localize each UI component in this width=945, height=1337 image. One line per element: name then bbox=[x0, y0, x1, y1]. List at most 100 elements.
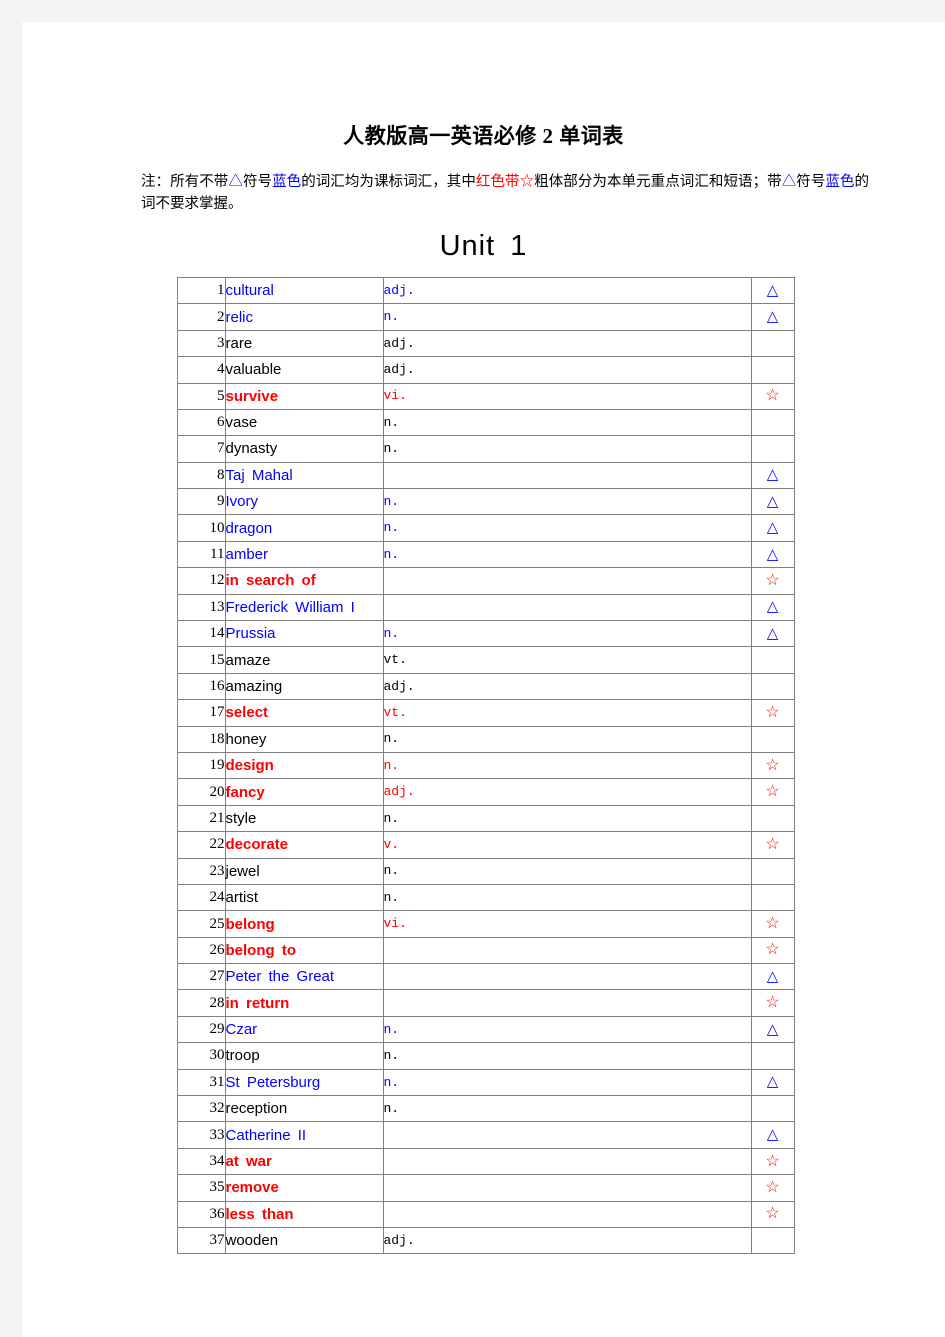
row-number: 6 bbox=[176, 408, 226, 437]
marker-cell bbox=[750, 435, 795, 463]
marker-cell: △ bbox=[750, 303, 795, 331]
table-row: 7 dynasty n. bbox=[176, 435, 795, 463]
star-icon: ☆ bbox=[765, 387, 780, 405]
part-of-speech bbox=[382, 1147, 752, 1176]
table-row: 35 remove ☆ bbox=[176, 1174, 795, 1202]
word-entry: Prussia bbox=[224, 620, 384, 648]
marker-cell: ☆ bbox=[750, 751, 795, 780]
marker-cell: ☆ bbox=[750, 1200, 795, 1229]
word-entry: Frederick William I bbox=[224, 593, 384, 622]
word-entry: vase bbox=[224, 408, 384, 437]
word-entry: Catherine II bbox=[224, 1121, 384, 1149]
note-paragraph: 注：所有不带△符号蓝色的词汇均为课标词汇，其中红色带☆粗体部分为本单元重点词汇和… bbox=[22, 150, 945, 216]
triangle-icon: △ bbox=[766, 1126, 779, 1144]
part-of-speech: n. bbox=[382, 725, 752, 753]
part-of-speech-text: n. bbox=[383, 1100, 400, 1116]
word-entry: belong to bbox=[224, 936, 384, 965]
word-text: cultural bbox=[225, 282, 274, 300]
marker-cell: △ bbox=[750, 461, 795, 490]
table-row: 37 wooden adj. bbox=[176, 1226, 795, 1255]
row-number: 35 bbox=[176, 1174, 226, 1202]
word-text: artist bbox=[225, 889, 259, 907]
table-row: 21 style n. bbox=[176, 804, 795, 833]
word-text: amaze bbox=[225, 651, 271, 669]
part-of-speech: n. bbox=[382, 804, 752, 833]
part-of-speech-text: n. bbox=[383, 1074, 400, 1090]
part-of-speech-text: n. bbox=[383, 810, 400, 826]
marker-cell: ☆ bbox=[750, 1147, 795, 1176]
marker-cell: ☆ bbox=[750, 989, 795, 1017]
word-entry: select bbox=[224, 699, 384, 727]
word-entry: reception bbox=[224, 1095, 384, 1123]
word-entry: in search of bbox=[224, 567, 384, 595]
part-of-speech-text: n. bbox=[383, 493, 400, 509]
table-row: 34 at war ☆ bbox=[176, 1147, 795, 1176]
triangle-icon: △ bbox=[766, 492, 779, 510]
marker-cell: △ bbox=[750, 1068, 795, 1097]
row-number: 37 bbox=[176, 1226, 226, 1255]
table-row: 19 design n. ☆ bbox=[176, 751, 795, 780]
word-text: style bbox=[225, 809, 257, 827]
row-number: 4 bbox=[176, 356, 226, 384]
word-entry: decorate bbox=[224, 831, 384, 859]
word-text: Catherine II bbox=[225, 1126, 307, 1144]
part-of-speech-text: n. bbox=[383, 731, 400, 747]
word-text: Frederick William I bbox=[225, 598, 355, 616]
row-number: 28 bbox=[176, 989, 226, 1017]
part-of-speech-text: n. bbox=[383, 520, 400, 536]
row-number: 16 bbox=[176, 672, 226, 701]
word-entry: remove bbox=[224, 1174, 384, 1202]
marker-cell: ☆ bbox=[750, 936, 795, 965]
marker-cell bbox=[750, 1095, 795, 1123]
star-icon: ☆ bbox=[765, 1205, 780, 1223]
part-of-speech-text: v. bbox=[383, 837, 400, 853]
unit-title: Unit 1 bbox=[439, 229, 528, 262]
table-row: 12 in search of ☆ bbox=[176, 567, 795, 595]
word-entry: Ivory bbox=[224, 488, 384, 516]
row-number: 7 bbox=[176, 435, 226, 463]
part-of-speech: vt. bbox=[382, 699, 752, 727]
part-of-speech: n. bbox=[382, 1015, 752, 1044]
part-of-speech: n. bbox=[382, 408, 752, 437]
part-of-speech-text: n. bbox=[383, 1021, 400, 1037]
marker-cell: △ bbox=[750, 488, 795, 516]
marker-cell: ☆ bbox=[750, 831, 795, 859]
part-of-speech: n. bbox=[382, 857, 752, 885]
marker-cell: △ bbox=[750, 276, 795, 305]
table-row: 24 artist n. bbox=[176, 883, 795, 912]
table-row: 13 Frederick William I △ bbox=[176, 593, 795, 622]
word-text: dynasty bbox=[225, 440, 278, 458]
marker-cell: △ bbox=[750, 620, 795, 648]
word-entry: fancy bbox=[224, 778, 384, 806]
part-of-speech-text: adj. bbox=[383, 678, 415, 694]
table-row: 1 cultural adj. △ bbox=[176, 276, 795, 305]
table-row: 9 Ivory n. △ bbox=[176, 488, 795, 516]
document-page: 人教版高一英语必修 2 单词表 注：所有不带△符号蓝色的词汇均为课标词汇，其中红… bbox=[22, 22, 945, 1337]
table-row: 33 Catherine II △ bbox=[176, 1121, 795, 1149]
star-icon: ☆ bbox=[765, 783, 780, 801]
word-entry: honey bbox=[224, 725, 384, 753]
part-of-speech: adj. bbox=[382, 329, 752, 358]
word-entry: cultural bbox=[224, 276, 384, 305]
part-of-speech-text: n. bbox=[383, 889, 400, 905]
part-of-speech-text: vt. bbox=[383, 705, 407, 721]
marker-cell: ☆ bbox=[750, 567, 795, 595]
word-text: wooden bbox=[225, 1232, 279, 1250]
part-of-speech: n. bbox=[382, 514, 752, 542]
part-of-speech-text: n. bbox=[383, 309, 400, 325]
word-text: jewel bbox=[225, 862, 260, 880]
part-of-speech bbox=[382, 1200, 752, 1229]
table-row: 28 in return ☆ bbox=[176, 989, 795, 1017]
page-title: 人教版高一英语必修 2 单词表 bbox=[343, 124, 624, 148]
part-of-speech-text: n. bbox=[383, 757, 400, 773]
word-entry: design bbox=[224, 751, 384, 780]
part-of-speech-text: n. bbox=[383, 863, 400, 879]
table-row: 2 relic n. △ bbox=[176, 303, 795, 331]
row-number: 15 bbox=[176, 646, 226, 674]
word-text: survive bbox=[225, 387, 279, 405]
table-row: 11 amber n. △ bbox=[176, 540, 795, 569]
word-text: Czar bbox=[225, 1021, 258, 1039]
triangle-icon: △ bbox=[766, 598, 779, 616]
star-icon: ☆ bbox=[765, 994, 780, 1012]
word-text: amber bbox=[225, 546, 269, 564]
